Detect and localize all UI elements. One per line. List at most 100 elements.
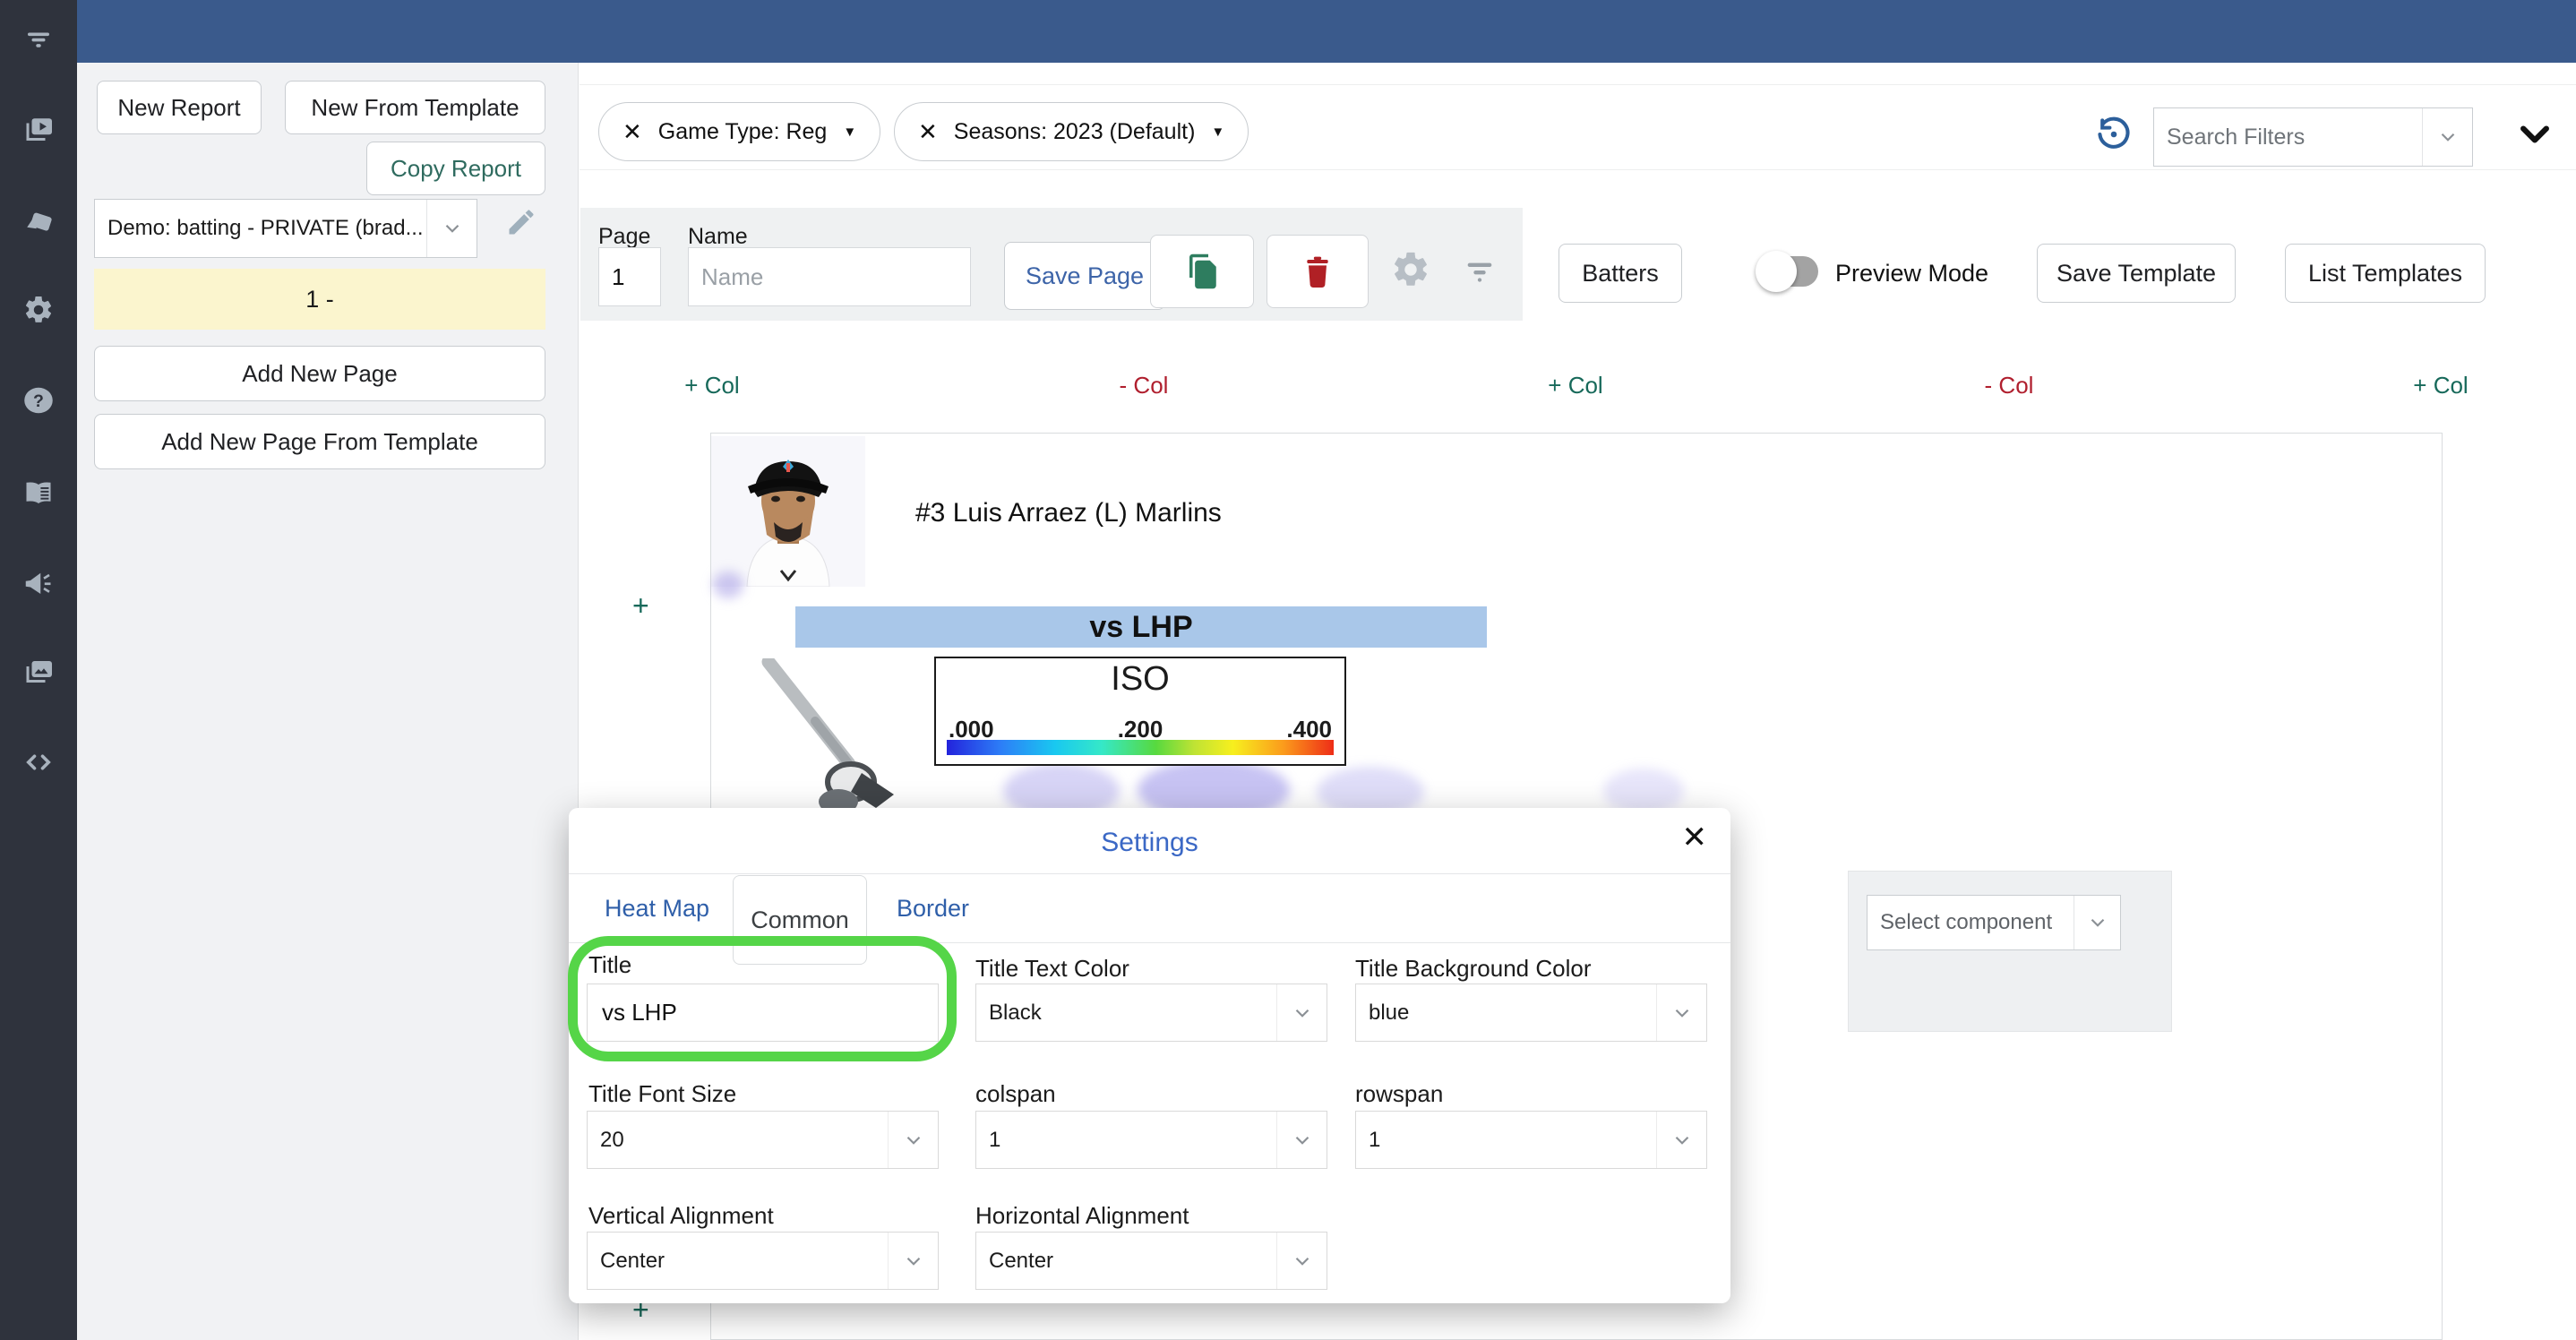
component-title-banner[interactable]: vs LHP — [795, 606, 1487, 648]
rowspan-value: 1 — [1369, 1127, 1381, 1152]
title-font-size-select[interactable]: 20 — [587, 1111, 939, 1169]
vertical-alignment-label: Vertical Alignment — [588, 1202, 774, 1229]
chevron-down-icon[interactable] — [1276, 1233, 1327, 1289]
cards-icon[interactable] — [22, 205, 55, 237]
title-font-size-label: Title Font Size — [588, 1080, 737, 1107]
announcements-icon[interactable] — [22, 567, 55, 599]
video-library-icon[interactable] — [22, 114, 55, 146]
caret-down-icon[interactable]: ▼ — [1211, 125, 1224, 140]
remove-filter-icon[interactable]: ✕ — [623, 118, 642, 146]
title-bg-color-value: blue — [1369, 1000, 1410, 1025]
tab-border[interactable]: Border — [897, 895, 969, 923]
heatmap-fragment — [1603, 769, 1684, 813]
report-select-value: Demo: batting - PRIVATE (brad... — [107, 216, 424, 240]
edit-pencil-icon[interactable] — [505, 206, 537, 238]
delete-page-button[interactable] — [1267, 235, 1369, 308]
new-report-button[interactable]: New Report — [97, 81, 262, 134]
add-column-button[interactable]: + Col — [1526, 372, 1625, 399]
code-icon[interactable] — [22, 746, 55, 778]
add-row-button[interactable]: + — [632, 589, 649, 623]
filter-chip-seasons[interactable]: ✕ Seasons: 2023 (Default) ▼ — [894, 102, 1249, 161]
colspan-select[interactable]: 1 — [975, 1111, 1327, 1169]
page-label: Page — [598, 224, 651, 249]
chevron-down-icon[interactable] — [1276, 1112, 1327, 1168]
batter-illustration — [761, 658, 923, 808]
component-select[interactable]: Select component — [1867, 895, 2121, 950]
filter-chip-game-type[interactable]: ✕ Game Type: Reg ▼ — [598, 102, 881, 161]
save-template-button[interactable]: Save Template — [2037, 244, 2236, 303]
svg-text:?: ? — [33, 391, 44, 411]
player-photo — [711, 436, 865, 588]
chevron-down-icon[interactable] — [2074, 896, 2120, 949]
collapse-filters-icon[interactable] — [2513, 115, 2556, 154]
name-label: Name — [688, 224, 748, 249]
page-list-item[interactable]: 1 - — [94, 269, 545, 330]
page-settings-gear-icon[interactable] — [1390, 249, 1431, 290]
remove-column-button[interactable]: - Col — [1095, 372, 1193, 399]
colspan-label: colspan — [975, 1080, 1056, 1107]
page-filter-icon[interactable] — [1462, 253, 1498, 288]
chevron-down-icon[interactable] — [888, 1233, 938, 1289]
page-name-input[interactable] — [688, 247, 971, 306]
chevron-down-icon[interactable] — [426, 200, 477, 257]
title-label: Title — [588, 951, 632, 978]
title-input[interactable] — [587, 984, 939, 1042]
title-text-color-label: Title Text Color — [975, 955, 1129, 982]
report-select[interactable]: Demo: batting - PRIVATE (brad... — [94, 199, 477, 258]
legend-gradient-bar — [947, 740, 1334, 755]
search-filters-select[interactable]: Search Filters — [2153, 107, 2473, 167]
filter-history-icon[interactable] — [2094, 115, 2134, 154]
heatmap-fragment — [713, 571, 743, 598]
empty-component-cell: Select component — [1848, 871, 2172, 1032]
batters-button[interactable]: Batters — [1558, 244, 1682, 303]
vertical-alignment-select[interactable]: Center — [587, 1232, 939, 1290]
player-name: #3 Luis Arraez (L) Marlins — [915, 498, 1222, 528]
report-panel: New Report New From Template Copy Report… — [77, 63, 579, 1340]
remove-filter-icon[interactable]: ✕ — [918, 118, 938, 146]
duplicate-page-button[interactable] — [1150, 235, 1254, 308]
image-gallery-icon[interactable] — [22, 656, 55, 688]
filter-chip-label: Seasons: 2023 (Default) — [953, 118, 1196, 144]
tab-common[interactable]: Common — [733, 875, 867, 965]
remove-column-button[interactable]: - Col — [1960, 372, 2058, 399]
search-filters-placeholder: Search Filters — [2167, 124, 2306, 150]
add-column-button[interactable]: + Col — [663, 372, 761, 399]
horizontal-alignment-label: Horizontal Alignment — [975, 1202, 1189, 1229]
close-icon[interactable]: ✕ — [1682, 822, 1708, 853]
heatmap-legend: ISO .000 .200 .400 — [934, 657, 1346, 766]
chevron-down-icon[interactable] — [1656, 1112, 1706, 1168]
chevron-down-icon[interactable] — [2422, 108, 2472, 166]
add-new-page-button[interactable]: Add New Page — [94, 346, 545, 401]
copy-report-button[interactable]: Copy Report — [366, 142, 545, 195]
preview-mode-label: Preview Mode — [1835, 260, 1989, 287]
rowspan-select[interactable]: 1 — [1355, 1111, 1707, 1169]
tab-heat-map[interactable]: Heat Map — [605, 895, 709, 923]
docs-icon[interactable] — [22, 477, 55, 509]
rowspan-label: rowspan — [1355, 1080, 1444, 1107]
menu-icon[interactable] — [22, 23, 55, 56]
add-column-button[interactable]: + Col — [2391, 372, 2490, 399]
colspan-value: 1 — [989, 1127, 1001, 1152]
gear-icon[interactable] — [22, 294, 55, 326]
title-bg-color-select[interactable]: blue — [1355, 984, 1707, 1042]
page-number-input[interactable] — [598, 247, 661, 306]
top-bar — [77, 0, 2576, 63]
chevron-down-icon[interactable] — [888, 1112, 938, 1168]
toggle-knob[interactable] — [1756, 251, 1797, 292]
preview-mode-toggle[interactable] — [1756, 251, 1818, 292]
save-page-button[interactable]: Save Page — [1004, 242, 1165, 310]
title-text-color-value: Black — [989, 1000, 1042, 1025]
caret-down-icon[interactable]: ▼ — [843, 125, 856, 140]
chevron-down-icon[interactable] — [1276, 984, 1327, 1041]
title-text-color-select[interactable]: Black — [975, 984, 1327, 1042]
list-templates-button[interactable]: List Templates — [2285, 244, 2486, 303]
page-toolbar: Page Name Save Page — [580, 208, 1523, 321]
horizontal-alignment-select[interactable]: Center — [975, 1232, 1327, 1290]
modal-title: Settings — [1101, 828, 1198, 857]
chevron-down-icon[interactable] — [1656, 984, 1706, 1041]
divider — [569, 873, 1730, 874]
new-from-template-button[interactable]: New From Template — [285, 81, 545, 134]
help-icon[interactable]: ? — [22, 384, 55, 417]
add-new-page-from-template-button[interactable]: Add New Page From Template — [94, 414, 545, 469]
vertical-alignment-value: Center — [600, 1248, 665, 1273]
